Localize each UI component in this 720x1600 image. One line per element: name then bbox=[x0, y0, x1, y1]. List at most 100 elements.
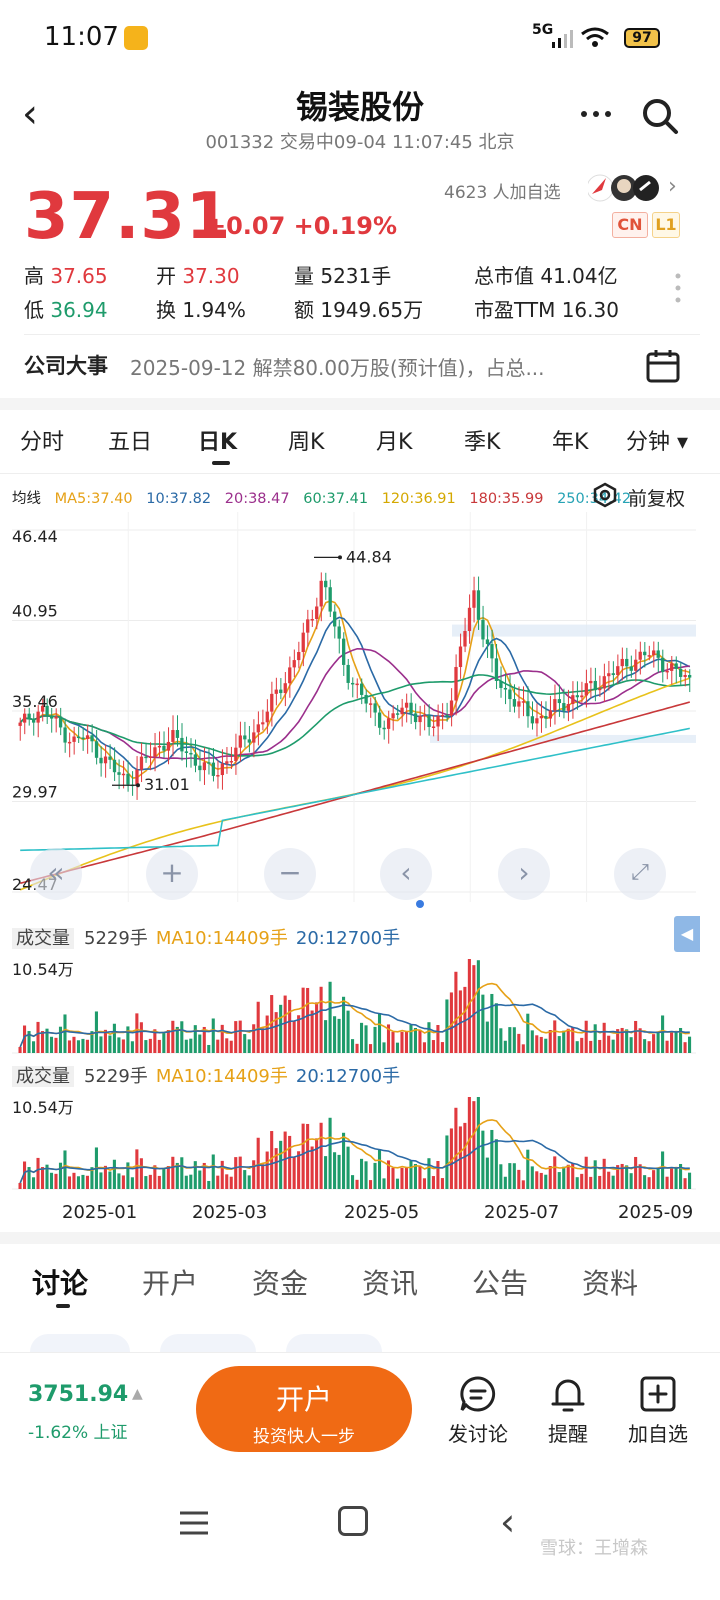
candle-body bbox=[22, 713, 27, 723]
stock-code: 001332 bbox=[205, 132, 275, 153]
volume-bar bbox=[535, 1171, 539, 1189]
stat-low: 低 36.94 bbox=[24, 298, 108, 322]
volume-bar bbox=[539, 1172, 543, 1189]
volume-chart-2[interactable] bbox=[0, 1088, 720, 1192]
volume-bar bbox=[207, 1180, 211, 1189]
volume-bar bbox=[517, 1169, 521, 1189]
volume-bar bbox=[144, 1176, 148, 1189]
volume-bar bbox=[310, 1146, 314, 1189]
volume-bar bbox=[67, 1176, 72, 1189]
add-watchlist-button[interactable]: 加自选 bbox=[618, 1374, 698, 1447]
company-events-text[interactable]: 2025-09-12 解禁80.00万股(预计值)，占总... bbox=[130, 352, 610, 381]
volume-bar bbox=[85, 1039, 89, 1053]
adjust-mode-label[interactable]: 前复权 bbox=[628, 484, 685, 511]
zoom-out-icon[interactable]: − bbox=[264, 848, 316, 900]
volume-bar bbox=[171, 1156, 175, 1189]
trading-status: 交易中09-04 11:07:45 北京 bbox=[279, 132, 515, 153]
volume-bar bbox=[391, 1167, 395, 1189]
divider bbox=[0, 473, 720, 474]
ma60-line bbox=[19, 674, 690, 757]
tab-indicator bbox=[212, 461, 230, 465]
candle-body bbox=[593, 680, 597, 691]
chevron-right-icon[interactable]: › bbox=[668, 174, 677, 199]
candle-body bbox=[202, 762, 207, 771]
volume-bar bbox=[351, 1175, 355, 1189]
tab-discussion[interactable]: 讨论 bbox=[32, 1262, 88, 1302]
stats-more-icon[interactable] bbox=[674, 272, 682, 304]
tab-monthly-k[interactable]: 月K bbox=[376, 424, 412, 456]
candle-body bbox=[364, 694, 368, 704]
candle-body bbox=[683, 675, 687, 677]
candle-body bbox=[67, 741, 72, 744]
volume-bar bbox=[643, 1175, 647, 1189]
candle-body bbox=[346, 664, 350, 683]
candle-body bbox=[368, 703, 373, 705]
tab-five-day[interactable]: 五日 bbox=[108, 424, 152, 456]
fullscreen-icon[interactable]: ⤢ bbox=[614, 848, 666, 900]
candle-body bbox=[270, 693, 274, 712]
index-change[interactable]: -1.62% 上证 bbox=[28, 1418, 128, 1443]
tab-funds[interactable]: 资金 bbox=[252, 1262, 308, 1302]
volume-ma10-line bbox=[19, 1119, 690, 1184]
volume-bar bbox=[31, 1177, 36, 1189]
recent-apps-icon[interactable] bbox=[178, 1508, 210, 1538]
filter-chips bbox=[30, 1334, 690, 1352]
volume-bar bbox=[81, 1038, 85, 1053]
nav-back-icon[interactable]: ‹ bbox=[500, 1500, 515, 1544]
followers-count[interactable]: 4623 人加自选 bbox=[444, 178, 561, 203]
tab-yearly-k[interactable]: 年K bbox=[552, 424, 588, 456]
tab-minute[interactable]: 分钟 ▾ bbox=[626, 424, 688, 456]
tab-intraday[interactable]: 分时 bbox=[20, 424, 64, 456]
follower-avatars[interactable] bbox=[588, 172, 660, 204]
scroll-left-fast-icon[interactable]: « bbox=[30, 848, 82, 900]
post-discussion-button[interactable]: 发讨论 bbox=[438, 1374, 518, 1447]
volume-bar bbox=[607, 1035, 611, 1053]
volume-bar bbox=[688, 1172, 692, 1189]
volume-bar bbox=[688, 1036, 692, 1053]
candle-body bbox=[94, 741, 99, 758]
tab-quarterly-k[interactable]: 季K bbox=[464, 424, 500, 456]
max-price-label: 44.84 bbox=[346, 547, 392, 566]
company-events-title[interactable]: 公司大事 bbox=[24, 350, 108, 380]
calendar-icon[interactable] bbox=[645, 348, 681, 384]
zoom-in-icon[interactable]: + bbox=[146, 848, 198, 900]
tab-daily-k[interactable]: 日K bbox=[198, 424, 237, 456]
volume-bar bbox=[440, 1178, 444, 1189]
candle-body bbox=[548, 710, 553, 719]
remind-button[interactable]: 提醒 bbox=[528, 1374, 608, 1447]
volume-bar bbox=[117, 1037, 121, 1053]
search-icon[interactable] bbox=[640, 96, 680, 136]
index-value[interactable]: 3751.94 bbox=[28, 1382, 128, 1407]
candle-body bbox=[355, 683, 359, 686]
candle-body bbox=[36, 711, 40, 723]
candle-body bbox=[274, 689, 278, 694]
tab-news[interactable]: 资讯 bbox=[362, 1262, 418, 1302]
volume-bar bbox=[503, 1176, 507, 1189]
scroll-left-icon[interactable]: ‹ bbox=[380, 848, 432, 900]
volume-bar bbox=[589, 1176, 593, 1189]
tab-open-account[interactable]: 开户 bbox=[142, 1262, 198, 1302]
volume-bar bbox=[333, 1152, 337, 1189]
volume-bar bbox=[400, 1031, 404, 1053]
candle-body bbox=[238, 735, 242, 748]
candle-body bbox=[652, 650, 656, 656]
candle-body bbox=[148, 756, 153, 758]
volume-bar bbox=[351, 1039, 355, 1053]
tab-weekly-k[interactable]: 周K bbox=[288, 424, 324, 456]
volume-bar bbox=[63, 1014, 67, 1053]
volume-chart-1[interactable] bbox=[0, 950, 720, 1056]
tab-profile[interactable]: 资料 bbox=[582, 1262, 638, 1302]
kline-chart[interactable]: 46.4440.9535.4629.9724.4744.8431.01 bbox=[0, 512, 720, 912]
settings-hex-icon[interactable] bbox=[592, 482, 618, 508]
more-icon[interactable] bbox=[578, 96, 618, 126]
candle-body bbox=[135, 769, 139, 786]
collapse-panel-icon[interactable]: ◀ bbox=[674, 916, 700, 952]
add-square-icon bbox=[640, 1376, 676, 1412]
candle-body bbox=[400, 707, 404, 715]
candle-body bbox=[458, 646, 463, 668]
tab-announcements[interactable]: 公告 bbox=[472, 1262, 528, 1302]
volume-bar bbox=[31, 1041, 36, 1053]
home-icon[interactable] bbox=[338, 1506, 368, 1536]
open-account-button[interactable]: 开户 投资快人一步 bbox=[196, 1366, 412, 1452]
scroll-right-icon[interactable]: › bbox=[498, 848, 550, 900]
